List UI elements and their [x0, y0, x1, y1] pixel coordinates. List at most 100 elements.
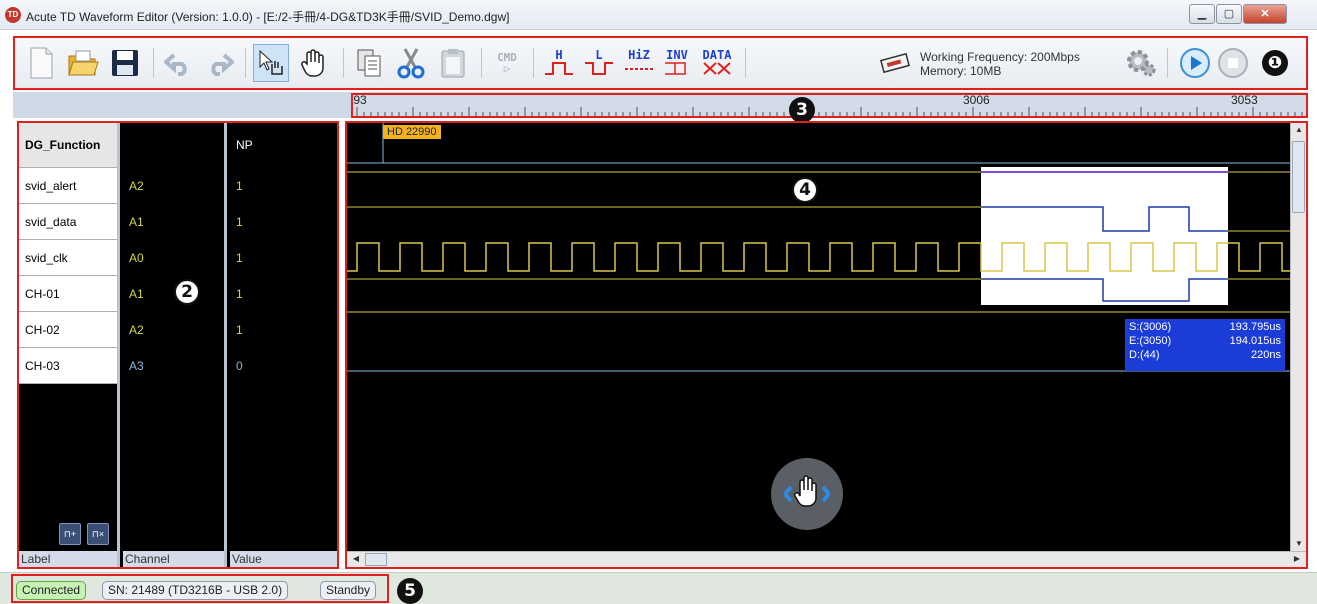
duration-value: 220ns: [1251, 349, 1281, 361]
close-icon: ✕: [1260, 8, 1270, 20]
copy-button[interactable]: [351, 44, 387, 82]
vertical-scrollbar[interactable]: ▲ ▼: [1290, 123, 1306, 551]
select-tool-button[interactable]: [253, 44, 289, 82]
channel-cell[interactable]: A2: [123, 168, 224, 204]
set-high-button[interactable]: H: [541, 44, 577, 82]
new-file-button[interactable]: [23, 44, 59, 82]
end-value: 194.015us: [1229, 335, 1281, 347]
value-column-header: Value: [230, 551, 337, 567]
save-button[interactable]: [107, 44, 143, 82]
delete-signal-icon: ⊓×: [91, 529, 105, 539]
hiz-label: HiZ: [628, 47, 650, 62]
channel-column: A2 A1 A0 A1 A2 A3 Channel: [123, 123, 227, 567]
toolbar: CMD ▷ H L HiZ INV DATA Working Frequency…: [13, 36, 1308, 90]
selection-region: [981, 167, 1228, 305]
low-pulse-icon: L: [581, 47, 617, 77]
restore-icon: ▢: [1223, 8, 1235, 20]
set-low-button[interactable]: L: [581, 44, 617, 82]
invert-button[interactable]: INV: [659, 44, 695, 82]
command-button[interactable]: CMD ▷: [489, 44, 525, 82]
marker-label[interactable]: HD 22990: [383, 125, 441, 139]
high-label: H: [555, 47, 563, 62]
ruler-label-mid: 3006: [963, 93, 990, 107]
data-button[interactable]: DATA: [699, 44, 735, 82]
redo-button[interactable]: [201, 44, 237, 82]
paste-icon: [441, 49, 465, 78]
data-icon: DATA: [699, 49, 735, 77]
value-cell[interactable]: 1: [230, 276, 337, 312]
channel-cell[interactable]: A3: [123, 348, 224, 384]
device-state: Standby: [320, 581, 377, 600]
device-button[interactable]: [877, 44, 913, 82]
hiz-icon: HiZ: [621, 47, 657, 77]
status-group: Connected SN: 21489 (TD3216B - USB 2.0) …: [11, 574, 389, 603]
command-label: CMD: [497, 51, 517, 64]
cmd-flag-icon: CMD ▷: [497, 51, 517, 75]
minimize-icon: ▁: [1197, 8, 1207, 20]
channel-cell[interactable]: A0: [123, 240, 224, 276]
minimize-button[interactable]: ▁: [1189, 4, 1215, 24]
add-signal-icon: ⊓+: [63, 529, 77, 539]
low-label: L: [595, 47, 603, 62]
signal-label[interactable]: svid_alert: [19, 168, 117, 204]
scroll-right-icon[interactable]: ▶: [1290, 552, 1304, 566]
duration-label: D:(44): [1129, 349, 1160, 361]
channel-cell[interactable]: A2: [123, 312, 224, 348]
waveform-canvas[interactable]: HD 22990 4 S:(3006) 193.795us E:(3050) 194…: [345, 121, 1308, 569]
add-signal-button[interactable]: ⊓+: [59, 523, 81, 545]
scroll-up-icon[interactable]: ▲: [1292, 123, 1306, 137]
run-button[interactable]: [1177, 44, 1213, 82]
delete-signal-button[interactable]: ⊓×: [87, 523, 109, 545]
value-column: NP 1 1 1 1 1 0 Value: [230, 123, 337, 567]
cut-button[interactable]: [393, 44, 429, 82]
stop-icon: [1218, 48, 1248, 78]
signal-label[interactable]: svid_clk: [19, 240, 117, 276]
badge-signals: 2: [174, 279, 200, 305]
value-cell[interactable]: 1: [230, 312, 337, 348]
vertical-scroll-thumb[interactable]: [1292, 141, 1305, 213]
value-cell[interactable]: 1: [230, 168, 337, 204]
paste-button[interactable]: [435, 44, 471, 82]
horizontal-scroll-thumb[interactable]: [365, 553, 387, 566]
group-name[interactable]: DG_Function: [19, 123, 117, 168]
window-title: Acute TD Waveform Editor (Version: 1.0.0…: [26, 10, 510, 24]
title-bar: TD Acute TD Waveform Editor (Version: 1.…: [0, 0, 1317, 30]
stop-button[interactable]: [1215, 44, 1251, 82]
ruler-label-start: 2893: [353, 93, 367, 107]
device-icon: [879, 52, 911, 74]
signal-label[interactable]: CH-03: [19, 348, 117, 384]
invert-icon: INV: [659, 47, 695, 77]
value-cell[interactable]: 0: [230, 348, 337, 384]
set-hiz-button[interactable]: HiZ: [621, 44, 657, 82]
channel-cell[interactable]: A1: [123, 204, 224, 240]
connection-status: Connected: [16, 581, 87, 600]
scroll-left-icon[interactable]: ◀: [349, 552, 363, 566]
invert-label: INV: [666, 47, 688, 62]
signal-table: DG_Function svid_alert svid_data svid_cl…: [17, 121, 339, 569]
open-file-button[interactable]: [65, 44, 101, 82]
start-value: 193.795us: [1229, 321, 1281, 333]
settings-button[interactable]: [1123, 44, 1159, 82]
label-column-header: Label: [19, 551, 117, 567]
restore-button[interactable]: ▢: [1216, 4, 1242, 24]
pan-tool-button[interactable]: [295, 44, 331, 82]
time-ruler[interactable]: 2893 3006 3053: [351, 93, 1308, 118]
horizontal-scrollbar[interactable]: ◀ ▶: [347, 551, 1306, 567]
signal-label[interactable]: CH-02: [19, 312, 117, 348]
value-cell[interactable]: 1: [230, 240, 337, 276]
signal-label[interactable]: svid_data: [19, 204, 117, 240]
scroll-down-icon[interactable]: ▼: [1292, 537, 1306, 551]
ruler-ticks: [356, 107, 1303, 116]
play-icon: [1180, 48, 1210, 78]
value-head: NP: [236, 138, 253, 152]
badge-ruler: 3: [789, 97, 815, 123]
redo-icon: [211, 53, 234, 76]
close-button[interactable]: ✕: [1243, 4, 1287, 24]
value-cell[interactable]: 1: [230, 204, 337, 240]
pan-hand-arrows-icon: [783, 475, 831, 507]
undo-button[interactable]: [161, 44, 197, 82]
end-label: E:(3050): [1129, 335, 1172, 347]
signal-label[interactable]: CH-01: [19, 276, 117, 312]
save-icon: [112, 50, 138, 76]
pan-control[interactable]: [771, 458, 843, 530]
